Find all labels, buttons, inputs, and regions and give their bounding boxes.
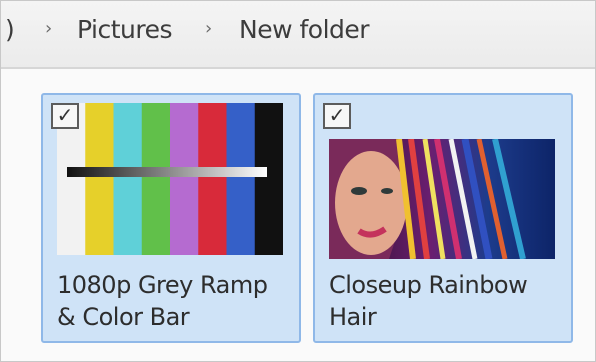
explorer-window: ) › Pictures › New folder ✓ 1080p Grey R… — [0, 0, 596, 362]
color-bars-thumbnail — [57, 103, 283, 255]
color-bar — [170, 103, 199, 255]
breadcrumb-item-pictures[interactable]: Pictures — [77, 15, 173, 44]
color-bar — [85, 103, 114, 255]
rainbow-hair-thumbnail — [329, 139, 555, 259]
breadcrumb-item-new-folder[interactable]: New folder — [239, 15, 370, 44]
file-name-label: Closeup Rainbow Hair — [329, 271, 528, 331]
color-bar — [226, 103, 256, 255]
color-bar — [254, 103, 283, 255]
file-tile-rainbow-hair[interactable]: ✓ Closeup Rainbow Hair — [313, 93, 573, 343]
selection-checkbox[interactable]: ✓ — [51, 103, 79, 129]
color-bars-image — [57, 103, 283, 255]
grey-ramp-strip — [67, 167, 267, 177]
color-bar — [141, 103, 171, 255]
chevron-right-icon[interactable]: › — [45, 18, 52, 39]
rainbow-hair-image — [329, 139, 555, 259]
color-bar — [113, 103, 143, 255]
file-name-label: 1080p Grey Ramp & Color Bar — [57, 271, 268, 331]
breadcrumb-truncated-segment[interactable]: ) — [5, 15, 15, 44]
breadcrumb: ) › Pictures › New folder — [1, 1, 595, 69]
file-tile-grey-ramp[interactable]: ✓ 1080p Grey Ramp & Color Bar — [41, 93, 301, 343]
chevron-right-icon[interactable]: › — [205, 18, 212, 39]
checkmark-icon: ✓ — [56, 103, 74, 127]
selection-checkbox[interactable]: ✓ — [323, 103, 351, 129]
color-bar — [198, 103, 227, 255]
checkmark-icon: ✓ — [328, 103, 346, 127]
